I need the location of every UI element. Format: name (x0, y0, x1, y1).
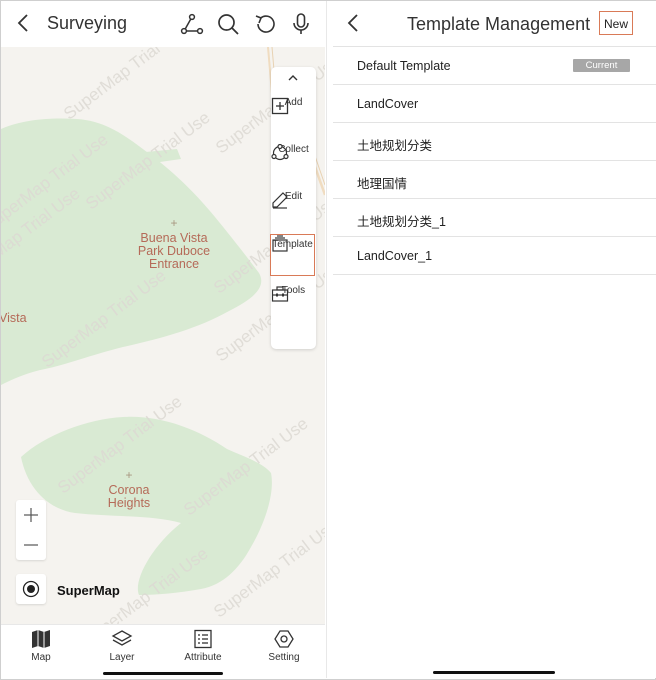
back-arrow-icon[interactable] (343, 11, 365, 35)
template-name: LandCover_1 (357, 249, 433, 263)
template-row[interactable]: Default Template Current (333, 47, 656, 85)
surveying-pane: Surveying SuperMap Trial Use SuperMap Us… (1, 1, 325, 678)
map-canvas[interactable]: SuperMap Trial Use SuperMap Trial Use Su… (1, 47, 325, 624)
bottom-navigation: Map Layer Attribute Setting (1, 624, 325, 678)
add-square-icon (271, 97, 289, 115)
template-name: LandCover (357, 97, 419, 111)
nav-attribute-label: Attribute (184, 652, 222, 663)
measure-line-icon[interactable] (180, 12, 204, 36)
template-name: Default Template (357, 59, 451, 73)
template-list: Default Template Current LandCover 土地规划分… (333, 46, 656, 275)
current-badge: Current (573, 59, 630, 72)
tool-collect[interactable]: Collect (271, 144, 316, 161)
nav-setting[interactable]: Setting (254, 629, 314, 663)
template-management-pane: Template Management New Default Template… (326, 1, 656, 678)
page-title: Template Management (407, 14, 591, 34)
new-template-button[interactable]: New (599, 11, 633, 35)
tool-template[interactable]: Template (270, 234, 315, 276)
undo-icon[interactable] (253, 12, 277, 36)
search-icon[interactable] (216, 12, 240, 36)
template-row[interactable]: 土地规划分类 (333, 123, 656, 161)
edit-pencil-icon (272, 192, 288, 209)
top-bar: Surveying (1, 1, 325, 47)
template-name: 土地规划分类_1 (357, 215, 446, 229)
page-title: Surveying (47, 13, 128, 33)
zoom-in-icon[interactable] (23, 507, 39, 523)
template-row[interactable]: 地理国情 (333, 161, 656, 199)
place-corona-heights: + Corona Heights (107, 468, 151, 510)
collapse-chevron-up-icon[interactable] (287, 73, 299, 83)
nav-layer[interactable]: Layer (92, 629, 152, 663)
collect-icon (271, 144, 289, 161)
location-target-icon (22, 580, 40, 598)
zoom-out-icon[interactable] (23, 537, 39, 553)
map-icon (32, 630, 50, 648)
locate-button[interactable] (16, 574, 46, 604)
template-row[interactable]: LandCover_1 (333, 237, 656, 275)
settings-hexagon-icon (274, 630, 294, 648)
nav-map[interactable]: Map (11, 629, 71, 663)
place-vista: Vista (1, 311, 27, 325)
tool-tools[interactable]: Tools (271, 285, 316, 302)
nav-setting-label: Setting (268, 652, 300, 663)
attribute-table-icon (194, 629, 212, 649)
home-indicator (103, 672, 223, 675)
template-row[interactable]: LandCover (333, 85, 656, 123)
brand-label: SuperMap (57, 583, 120, 598)
template-name: 地理国情 (357, 177, 408, 191)
template-row[interactable]: 土地规划分类_1 (333, 199, 656, 237)
layers-icon (111, 630, 133, 646)
place-buena-vista-entrance: + Buena Vista Park Duboce Entrance (137, 216, 211, 271)
nav-layer-label: Layer (109, 652, 135, 663)
nav-map-label: Map (31, 652, 51, 663)
home-indicator (433, 671, 555, 674)
microphone-icon[interactable] (289, 12, 313, 36)
toolbox-icon (271, 286, 289, 302)
nav-attribute[interactable]: Attribute (173, 629, 233, 663)
template-name: 土地规划分类 (357, 139, 433, 153)
back-arrow-icon[interactable] (13, 11, 35, 35)
template-stack-icon (272, 235, 288, 252)
zoom-control (16, 500, 46, 560)
tool-edit[interactable]: Edit (271, 191, 316, 209)
tool-panel: Add Collect Edit Template Tools (270, 67, 316, 349)
tool-add[interactable]: Add (271, 97, 316, 115)
